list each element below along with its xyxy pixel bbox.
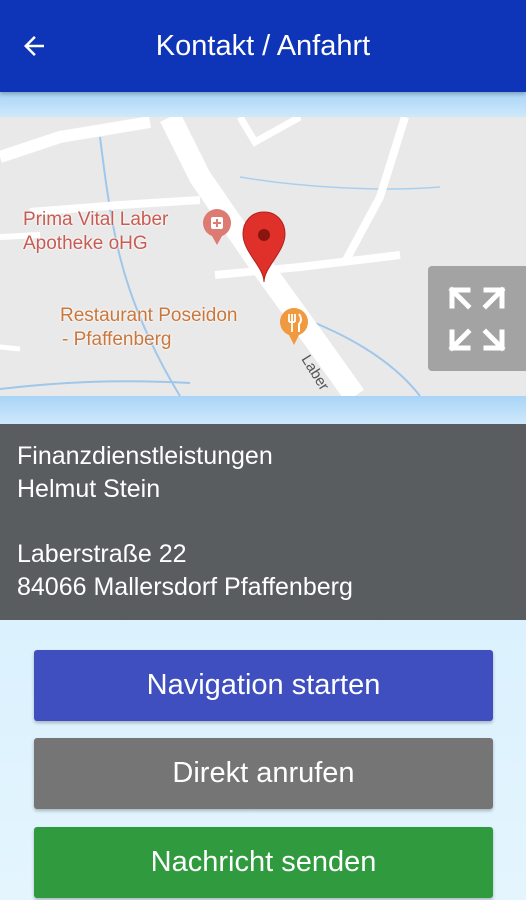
pharmacy-icon [203,209,231,245]
poi-pharmacy-name-line2: Apotheke oHG [23,233,148,254]
company-name: Finanzdienstleistungen [17,442,273,470]
fullscreen-button[interactable] [428,266,526,371]
page-title: Kontakt / Anfahrt [155,30,371,62]
navigation-button[interactable]: Navigation starten [34,650,493,721]
map-bottom-strip [0,396,526,424]
fullscreen-icon [448,286,506,352]
person-name: Helmut Stein [17,475,161,503]
app-bar: Kontakt / Anfahrt [0,0,526,92]
street-address: Laberstraße 22 [17,540,187,568]
poi-pharmacy-label: Prima Vital Laber Apotheke oHG [23,208,168,256]
send-message-button[interactable]: Nachricht senden [34,827,493,898]
poi-restaurant-label: Restaurant Poseidon - Pfaffenberg [60,304,237,352]
call-button[interactable]: Direkt anrufen [34,738,493,809]
city-address: 84066 Mallersdorf Pfaffenberg [17,573,353,601]
poi-pharmacy-name-line1: Prima Vital Laber [23,209,169,230]
contact-info-panel: Finanzdienstleistungen Helmut Stein Labe… [0,424,526,620]
poi-restaurant-name-line1: Restaurant Poseidon [60,305,238,326]
poi-restaurant-name-line2: - Pfaffenberg [62,329,172,350]
header-strip [0,92,526,117]
